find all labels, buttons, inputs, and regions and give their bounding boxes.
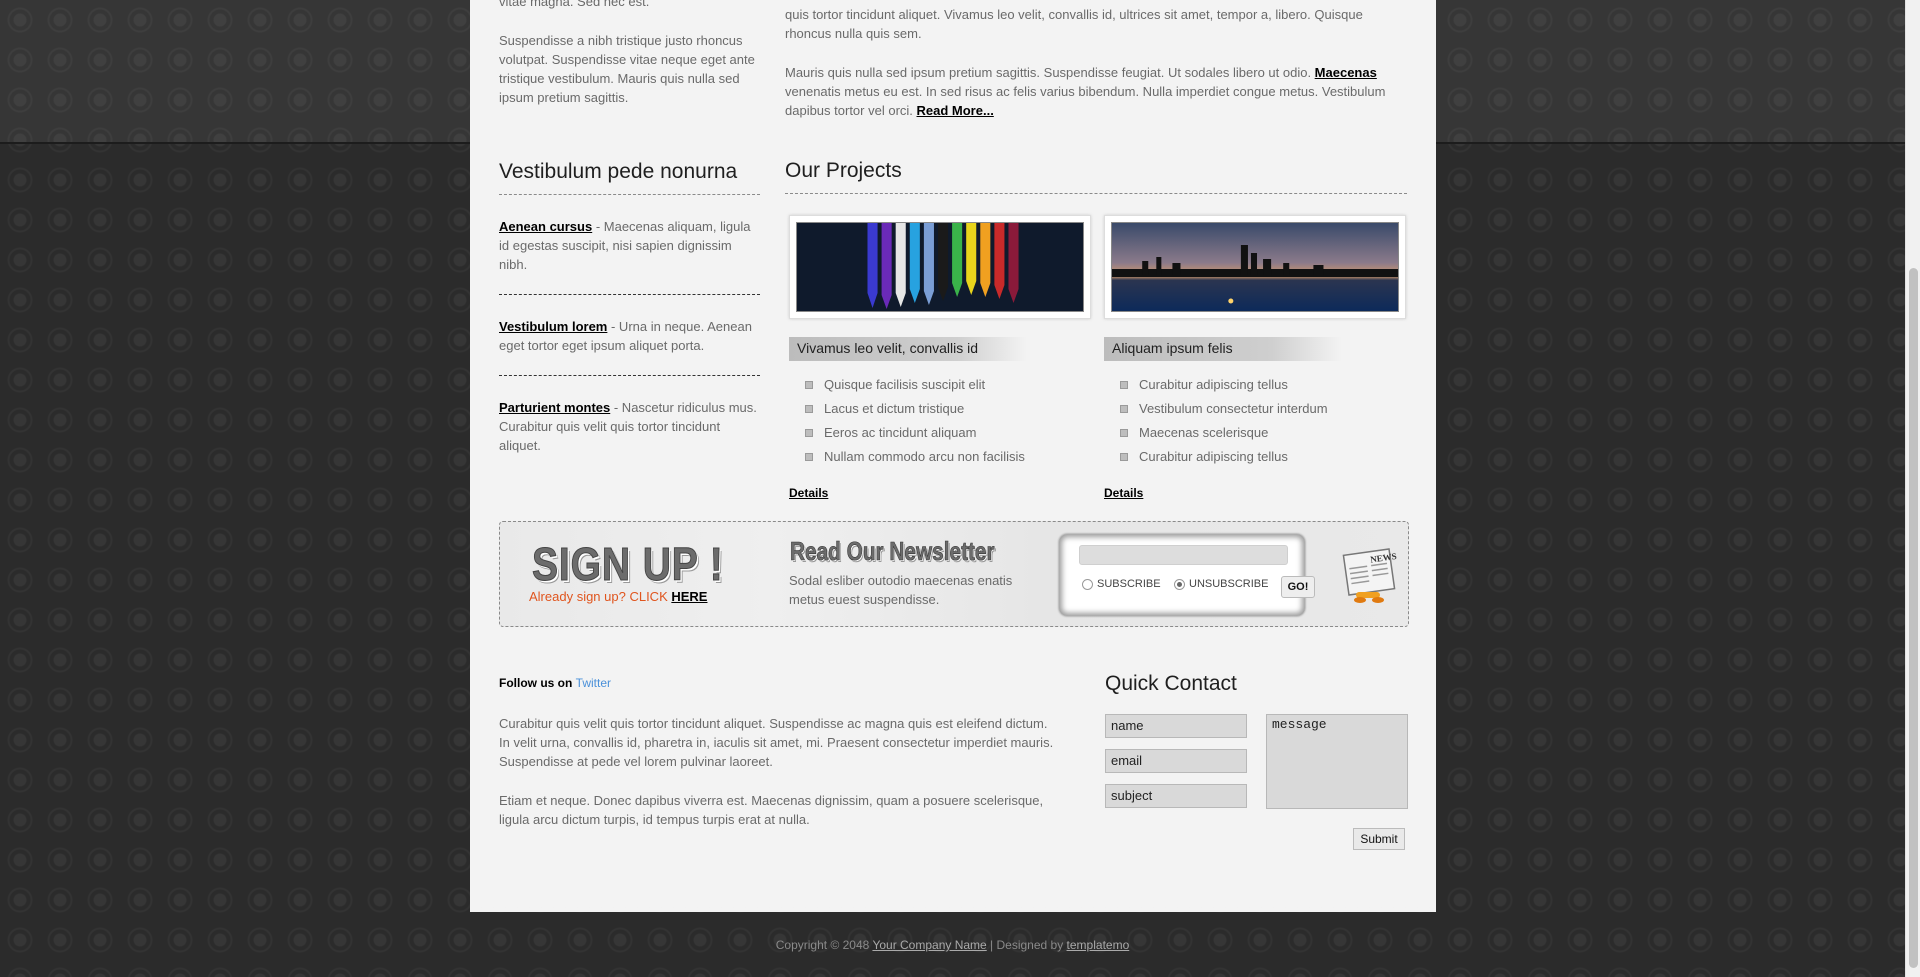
news-item: Vestibulum lorem - Urna in neque. Aenean… bbox=[499, 295, 760, 376]
projects-title: Our Projects bbox=[785, 159, 1407, 194]
details-link[interactable]: Details bbox=[789, 486, 828, 500]
follow-prefix: Follow us on bbox=[499, 676, 576, 690]
signup-banner: SIGN UP ! Already sign up? CLICK HERE Re… bbox=[499, 521, 1409, 627]
unsubscribe-label: UNSUBSCRIBE bbox=[1189, 578, 1269, 590]
page-bottom-edge bbox=[470, 906, 1436, 918]
quick-contact-title: Quick Contact bbox=[1105, 672, 1237, 695]
submit-button[interactable]: Submit bbox=[1353, 828, 1405, 850]
intro-paragraph: Mauris quis nulla sed ipsum pretium sagi… bbox=[785, 63, 1407, 120]
copyright-prefix: Copyright © 2048 bbox=[775, 938, 873, 952]
list-item: Curabitur adipiscing tellus bbox=[1120, 373, 1409, 397]
list-item-text: Eeros ac tincidunt aliquam bbox=[824, 425, 977, 440]
bullet-icon bbox=[805, 429, 813, 437]
pencils-image bbox=[796, 222, 1084, 312]
list-item: Lacus et dictum tristique bbox=[805, 397, 1094, 421]
list-item-text: Lacus et dictum tristique bbox=[824, 401, 965, 416]
paragraph-text: venenatis metus eu est. In sed risus ac … bbox=[785, 84, 1386, 118]
project-thumbnail[interactable] bbox=[789, 215, 1091, 319]
company-link[interactable]: Your Company Name bbox=[872, 938, 986, 952]
list-item: Quisque facilisis suscipit elit bbox=[805, 373, 1094, 397]
follow-us: Follow us on Twitter bbox=[499, 676, 611, 690]
list-item: Curabitur adipiscing tellus bbox=[1120, 445, 1409, 469]
list-item-text: Maecenas scelerisque bbox=[1139, 425, 1269, 440]
signup-here-link[interactable]: HERE bbox=[671, 589, 707, 604]
bullet-icon bbox=[1120, 453, 1128, 461]
bullet-icon bbox=[1120, 405, 1128, 413]
maecenas-link[interactable]: Maecenas bbox=[1315, 65, 1377, 80]
project-title: Vivamus leo velit, convallis id bbox=[789, 337, 1094, 361]
partial-text: quis tortor tincidunt aliquet. Vivamus l… bbox=[785, 7, 1363, 41]
unsubscribe-option[interactable]: UNSUBSCRIBE bbox=[1174, 578, 1268, 590]
vertical-scrollbar[interactable] bbox=[1905, 0, 1920, 977]
bullet-icon bbox=[1120, 381, 1128, 389]
bullet-icon bbox=[805, 453, 813, 461]
project-bullet-list: Curabitur adipiscing tellus Vestibulum c… bbox=[1104, 373, 1409, 469]
projects-section: Our Projects bbox=[785, 159, 1407, 194]
page-container: vitae magna. Sed nec est. Suspendisse a … bbox=[470, 0, 1436, 918]
project-bullet-list: Quisque facilisis suscipit elit Lacus et… bbox=[789, 373, 1094, 469]
unsubscribe-radio[interactable] bbox=[1174, 578, 1185, 590]
news-item-link[interactable]: Vestibulum lorem bbox=[499, 319, 607, 334]
top-left-column: vitae magna. Sed nec est. Suspendisse a … bbox=[499, 0, 760, 107]
project-title: Aliquam ipsum felis bbox=[1104, 337, 1409, 361]
list-item: Maecenas scelerisque bbox=[1120, 421, 1409, 445]
project-card: Vivamus leo velit, convallis id Quisque … bbox=[789, 215, 1094, 500]
list-item: Vestibulum consectetur interdum bbox=[1120, 397, 1409, 421]
subscribe-option[interactable]: SUBSCRIBE bbox=[1082, 578, 1161, 590]
footer-paragraph: Curabitur quis velit quis tortor tincidu… bbox=[499, 716, 1054, 769]
bullet-icon bbox=[805, 405, 813, 413]
top-right-column: quis tortor tincidunt aliquet. Vivamus l… bbox=[785, 5, 1407, 120]
details-link[interactable]: Details bbox=[1104, 486, 1143, 500]
bullet-icon bbox=[1120, 429, 1128, 437]
signup-prompt: Already sign up? CLICK bbox=[529, 589, 672, 604]
project-card: Aliquam ipsum felis Curabitur adipiscing… bbox=[1104, 215, 1409, 500]
subject-field[interactable]: subject bbox=[1105, 784, 1247, 808]
intro-paragraph: Suspendisse a nibh tristique justo rhonc… bbox=[499, 33, 755, 105]
name-field[interactable]: name bbox=[1105, 714, 1247, 738]
designer-link[interactable]: templatemo bbox=[1067, 938, 1130, 952]
message-textarea[interactable]: message bbox=[1266, 714, 1408, 809]
read-more-link[interactable]: Read More... bbox=[917, 103, 994, 118]
paragraph-text: Mauris quis nulla sed ipsum pretium sagi… bbox=[785, 65, 1315, 80]
newsletter-title: Read Our Newsletter bbox=[790, 536, 995, 567]
twitter-link[interactable]: Twitter bbox=[576, 676, 611, 690]
footer-text: Curabitur quis velit quis tortor tincidu… bbox=[499, 714, 1059, 849]
newsletter-form: SUBSCRIBE UNSUBSCRIBE GO! bbox=[1059, 534, 1315, 616]
city-skyline-image bbox=[1111, 222, 1399, 312]
list-item-text: Curabitur adipiscing tellus bbox=[1139, 449, 1288, 464]
list-item: Nullam commodo arcu non facilisis bbox=[805, 445, 1094, 469]
scrollbar-thumb[interactable] bbox=[1909, 268, 1918, 968]
news-title: Vestibulum pede nonurna bbox=[499, 160, 760, 195]
signup-subtext: Already sign up? CLICK HERE bbox=[529, 589, 707, 604]
list-item-text: Quisque facilisis suscipit elit bbox=[824, 377, 986, 392]
newsletter-email-input[interactable] bbox=[1079, 545, 1288, 565]
subscribe-radio[interactable] bbox=[1082, 578, 1093, 590]
newspaper-icon: NEWS bbox=[1338, 542, 1404, 608]
footer-paragraph: Etiam et neque. Donec dapibus viverra es… bbox=[499, 793, 1044, 827]
news-item-link[interactable]: Parturient montes bbox=[499, 400, 610, 415]
list-item: Eeros ac tincidunt aliquam bbox=[805, 421, 1094, 445]
copyright-middle: | Designed by bbox=[986, 938, 1067, 952]
subscribe-label: SUBSCRIBE bbox=[1097, 578, 1161, 590]
signup-title: SIGN UP ! bbox=[532, 538, 724, 591]
news-item-link[interactable]: Aenean cursus bbox=[499, 219, 592, 234]
bullet-icon bbox=[805, 381, 813, 389]
newsletter-description: Sodal esliber outodio maecenas enatis me… bbox=[789, 573, 1013, 607]
partial-text: vitae magna. Sed nec est. bbox=[499, 0, 650, 9]
email-field[interactable]: email bbox=[1105, 749, 1247, 773]
news-column: Vestibulum pede nonurna Aenean cursus - … bbox=[499, 160, 760, 475]
news-item: Aenean cursus - Maecenas aliquam, ligula… bbox=[499, 195, 760, 295]
list-item-text: Curabitur adipiscing tellus bbox=[1139, 377, 1288, 392]
copyright: Copyright © 2048 Your Company Name | Des… bbox=[0, 938, 1905, 952]
list-item-text: Vestibulum consectetur interdum bbox=[1139, 401, 1328, 416]
go-button[interactable]: GO! bbox=[1281, 576, 1315, 598]
project-thumbnail[interactable] bbox=[1104, 215, 1406, 319]
news-item: Parturient montes - Nascetur ridiculus m… bbox=[499, 376, 760, 475]
list-item-text: Nullam commodo arcu non facilisis bbox=[824, 449, 1025, 464]
